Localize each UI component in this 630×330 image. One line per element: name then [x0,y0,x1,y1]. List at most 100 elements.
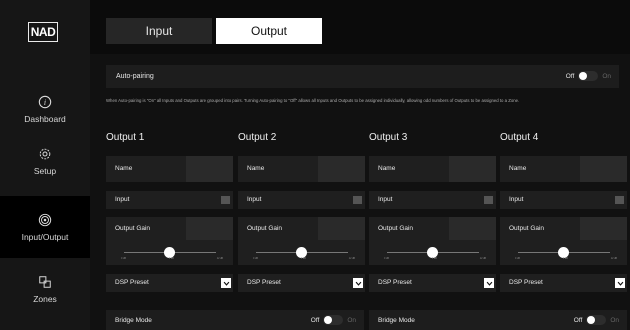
nad-logo: NAD [28,22,58,42]
name-input[interactable] [580,156,627,182]
bridge-toggle-group: Off On [574,315,619,325]
tab-output[interactable]: Output [216,18,322,44]
output-gain-label: Output Gain [378,225,414,232]
name-label: Name [509,165,527,172]
output-column-1: Output 1 Name Input Output Gain 0 dB 6 d… [106,132,233,292]
toggle-off-label: Off [565,72,575,80]
tick-label: 12 dB [610,257,617,260]
output-title: Output 3 [369,132,408,143]
dsp-preset-label: DSP Preset [378,279,412,286]
input-select[interactable]: Input [369,191,496,209]
gain-ticks: 0 dB 6 dB 12 dB [121,257,223,260]
bridge-mode-label: Bridge Mode [378,317,415,324]
output-settings-panel: Auto-pairing Off On When Auto-pairing is… [90,54,630,330]
name-field: Name [106,156,233,182]
output-column-2: Output 2 Name Input Output Gain 0 dB 6 d… [238,132,365,292]
name-label: Name [115,165,133,172]
input-label: Input [115,196,130,203]
bridge-mode-row-1-2: Bridge Mode Off On [106,310,364,330]
name-field: Name [500,156,627,182]
broadcast-icon [38,213,52,227]
output-gain-value[interactable] [186,217,233,240]
toggle-on-label: On [347,316,356,324]
tick-label: 12 dB [479,257,486,260]
gain-ticks: 0 dB 6 dB 12 dB [515,257,617,260]
dropdown-icon [615,196,624,204]
auto-pairing-label: Auto-pairing [116,73,154,80]
name-input[interactable] [186,156,233,182]
input-select[interactable]: Input [106,191,233,209]
output-gain-label: Output Gain [509,225,545,232]
bridge-mode-row-3-4: Bridge Mode Off On [369,310,627,330]
output-gain-value[interactable] [318,217,365,240]
gain-ticks: 0 dB 6 dB 12 dB [384,257,486,260]
input-label: Input [509,196,524,203]
zones-icon [38,275,52,289]
output-gain-field: Output Gain 0 dB 6 dB 12 dB [500,217,627,265]
sidebar-item-setup[interactable]: Setup [0,130,90,192]
gear-icon [38,147,52,161]
auto-pairing-row: Auto-pairing Off On [106,65,619,88]
output-gain-field: Output Gain 0 dB 6 dB 12 dB [106,217,233,265]
chevron-down-icon [615,278,625,288]
info-icon: i [38,95,52,109]
tick-label: 12 dB [348,257,355,260]
sidebar-item-zones[interactable]: Zones [0,258,90,320]
tick-label: 0 dB [515,257,520,260]
output-gain-value[interactable] [580,217,627,240]
dsp-preset-select[interactable]: DSP Preset [106,274,233,292]
toggle-off-label: Off [573,316,583,324]
input-select[interactable]: Input [500,191,627,209]
sidebar-item-input-output[interactable]: Input/Output [0,196,90,258]
dropdown-icon [221,196,230,204]
name-label: Name [378,165,396,172]
auto-pairing-hint: When Auto-pairing is "On" all Inputs and… [106,98,520,103]
output-gain-label: Output Gain [115,225,151,232]
output-title: Output 2 [238,132,277,143]
toggle-knob [579,72,588,80]
dropdown-icon [353,196,362,204]
output-gain-value[interactable] [449,217,496,240]
sidebar-item-label: Dashboard [24,113,66,124]
toggle-on-label: On [602,72,611,80]
bridge-mode-toggle[interactable] [323,315,344,325]
chevron-down-icon [353,278,363,288]
tick-label: 0 dB [121,257,126,260]
output-column-4: Output 4 Name Input Output Gain 0 dB 6 d… [500,132,627,292]
name-field: Name [369,156,496,182]
sidebar: NAD i Dashboard Setup Input/Output Zones [0,0,90,330]
toggle-on-label: On [610,316,619,324]
tick-label: 6 dB [168,257,174,260]
bridge-toggle-group: Off On [311,315,356,325]
tab-input[interactable]: Input [106,18,212,44]
chevron-down-icon [484,278,494,288]
tick-label: 0 dB [253,257,258,260]
dsp-preset-select[interactable]: DSP Preset [238,274,365,292]
gain-ticks: 0 dB 6 dB 12 dB [253,257,355,260]
toggle-knob [587,316,596,324]
output-gain-field: Output Gain 0 dB 6 dB 12 dB [238,217,365,265]
dropdown-icon [484,196,493,204]
output-title: Output 1 [106,132,145,143]
bridge-mode-toggle[interactable] [586,315,607,325]
auto-pairing-toggle[interactable] [578,71,599,81]
output-column-3: Output 3 Name Input Output Gain 0 dB 6 d… [369,132,496,292]
input-select[interactable]: Input [238,191,365,209]
name-field: Name [238,156,365,182]
dsp-preset-select[interactable]: DSP Preset [500,274,627,292]
dsp-preset-label: DSP Preset [115,279,149,286]
toggle-knob [324,316,333,324]
name-label: Name [247,165,265,172]
sidebar-item-label: Input/Output [21,231,69,242]
output-title: Output 4 [500,132,539,143]
dsp-preset-label: DSP Preset [247,279,281,286]
name-input[interactable] [318,156,365,182]
dsp-preset-label: DSP Preset [509,279,543,286]
sidebar-item-label: Setup [33,165,57,176]
auto-pairing-toggle-group: Off On [566,71,611,81]
output-gain-label: Output Gain [247,225,283,232]
toggle-off-label: Off [310,316,320,324]
dsp-preset-select[interactable]: DSP Preset [369,274,496,292]
output-gain-field: Output Gain 0 dB 6 dB 12 dB [369,217,496,265]
name-input[interactable] [449,156,496,182]
